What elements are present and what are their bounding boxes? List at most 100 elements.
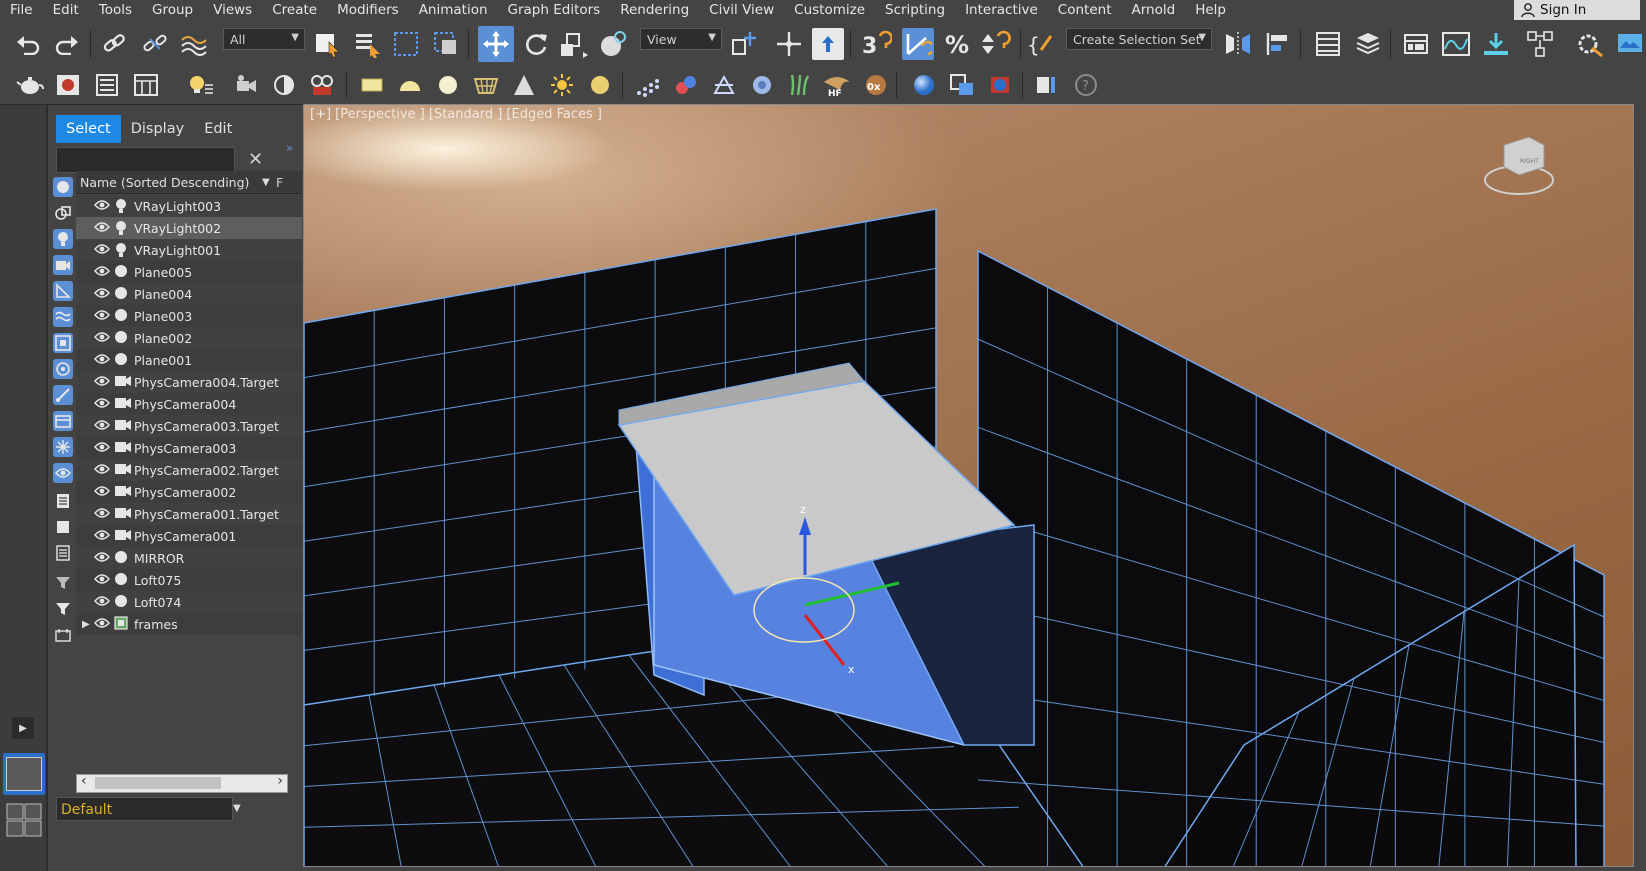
ox-icon[interactable]: 0x (860, 69, 892, 101)
filter-visible-icon[interactable] (53, 463, 73, 483)
material-editor-icon[interactable] (1524, 28, 1556, 60)
place-icon[interactable] (598, 28, 630, 60)
pivot-center-icon[interactable] (728, 28, 760, 60)
menu-group[interactable]: Group (142, 2, 203, 18)
list-item[interactable]: Plane004 (76, 283, 302, 305)
collapse-arrow-icon[interactable]: » (286, 141, 293, 155)
menu-create[interactable]: Create (262, 2, 327, 18)
filter-lights-icon[interactable] (53, 229, 73, 249)
filter-cameras-icon[interactable] (53, 255, 73, 275)
menu-views[interactable]: Views (203, 2, 262, 18)
link-icon[interactable] (98, 28, 130, 60)
material-sphere-icon[interactable] (908, 69, 940, 101)
select-manipulate-icon[interactable] (773, 28, 805, 60)
rectangular-selection-icon[interactable] (390, 28, 422, 60)
proxy-icon[interactable] (670, 69, 702, 101)
clear-search-icon[interactable]: ✕ (248, 149, 263, 170)
list-item[interactable]: Loft075 (76, 569, 302, 591)
filter-invert-icon[interactable] (53, 543, 73, 563)
visibility-eye-icon[interactable] (94, 419, 110, 435)
scrollbar-thumb[interactable] (95, 777, 221, 789)
select-object-icon[interactable] (312, 28, 344, 60)
list-item[interactable]: MIRROR (76, 547, 302, 569)
menu-tools[interactable]: Tools (89, 2, 142, 18)
select-by-name-icon[interactable] (352, 28, 384, 60)
fur-icon[interactable] (632, 69, 664, 101)
undo-icon[interactable] (12, 28, 44, 60)
menu-help[interactable]: Help (1185, 2, 1236, 18)
visibility-eye-icon[interactable] (94, 573, 110, 589)
menu-customize[interactable]: Customize (784, 2, 875, 18)
horizontal-scrollbar[interactable]: ‹ › (76, 773, 288, 793)
grass-icon[interactable] (784, 69, 816, 101)
percent-snap-icon[interactable]: % (942, 28, 974, 60)
list-item[interactable]: VRayLight001 (76, 239, 302, 261)
frame-buffer-icon[interactable] (984, 69, 1016, 101)
rotate-icon[interactable] (520, 28, 552, 60)
menu-rendering[interactable]: Rendering (610, 2, 699, 18)
visibility-eye-icon[interactable] (94, 287, 110, 303)
camera-sequencer-icon[interactable] (230, 69, 262, 101)
layer-explorer-icon[interactable] (1352, 28, 1384, 60)
list-item[interactable]: Plane005 (76, 261, 302, 283)
perspective-viewport[interactable]: z x RIGHT [+] [Perspective ] [Standard ]… (303, 104, 1634, 867)
video-post-icon[interactable] (306, 69, 338, 101)
filter-geometry-icon[interactable] (53, 177, 73, 197)
toggle-scene-explorer-icon[interactable] (1312, 28, 1344, 60)
sort-arrow-icon[interactable]: ▼ (262, 177, 270, 188)
angle-snap-icon[interactable] (902, 28, 934, 60)
find-icon[interactable] (53, 625, 73, 645)
toggle-ribbon-icon[interactable] (1400, 28, 1432, 60)
menu-scripting[interactable]: Scripting (875, 2, 955, 18)
schematic-view-icon[interactable] (1480, 28, 1512, 60)
window-crossing-icon[interactable] (430, 28, 462, 60)
menu-file[interactable]: File (0, 2, 43, 18)
exposure-icon[interactable] (268, 69, 300, 101)
mirror-icon[interactable] (1222, 28, 1254, 60)
visibility-eye-icon[interactable] (94, 507, 110, 523)
menu-arnold[interactable]: Arnold (1122, 2, 1186, 18)
menu-modifiers[interactable]: Modifiers (327, 2, 409, 18)
light-lister-icon[interactable] (184, 69, 216, 101)
menu-content[interactable]: Content (1048, 2, 1122, 18)
filter-helpers-icon[interactable] (53, 281, 73, 301)
tab-select[interactable]: Select (56, 115, 121, 143)
curve-editor-icon[interactable] (1440, 28, 1472, 60)
list-item[interactable]: PhysCamera004 (76, 393, 302, 415)
list-item[interactable]: Plane001 (76, 349, 302, 371)
expand-panel-button[interactable]: ▶ (12, 717, 34, 739)
vfb-history-icon[interactable] (1030, 69, 1062, 101)
spinner-snap-icon[interactable] (980, 28, 1012, 60)
tab-display[interactable]: Display (121, 115, 194, 143)
visibility-eye-icon[interactable] (94, 485, 110, 501)
list-item[interactable]: VRayLight002 (76, 217, 302, 239)
teapot-icon[interactable] (14, 69, 46, 101)
expand-arrow-icon[interactable]: ▶ (82, 619, 90, 630)
chevron-down-icon[interactable]: ▼ (233, 797, 245, 821)
list-item[interactable]: PhysCamera002.Target (76, 459, 302, 481)
hair-farm-icon[interactable]: HF (820, 69, 854, 101)
visibility-eye-icon[interactable] (94, 309, 110, 325)
scroll-left-icon[interactable]: ‹ (81, 773, 87, 789)
menu-interactive[interactable]: Interactive (955, 2, 1048, 18)
single-viewport-layout-button[interactable] (3, 753, 45, 795)
dome-light-icon[interactable] (584, 69, 616, 101)
list-item[interactable]: PhysCamera004.Target (76, 371, 302, 393)
name-column-header[interactable]: Name (Sorted Descending) (76, 175, 249, 190)
unlink-icon[interactable] (139, 28, 171, 60)
list-item[interactable]: VRayLight003 (76, 195, 302, 217)
filter-xrefs-icon[interactable] (53, 359, 73, 379)
visibility-eye-icon[interactable] (94, 353, 110, 369)
visibility-eye-icon[interactable] (94, 375, 110, 391)
menu-animation[interactable]: Animation (409, 2, 498, 18)
align-icon[interactable] (1262, 28, 1294, 60)
snaps-toggle-icon[interactable]: 3 (860, 28, 892, 60)
list-item[interactable]: PhysCamera003 (76, 437, 302, 459)
filter-groups-icon[interactable] (53, 333, 73, 353)
f-column-header[interactable]: F (276, 175, 283, 190)
quad-viewport-layout-button[interactable] (3, 799, 45, 841)
reference-coord-dropdown[interactable]: View ▼ (640, 28, 722, 50)
visibility-eye-icon[interactable] (94, 243, 110, 259)
viewport-label[interactable]: [+] [Perspective ] [Standard ] [Edged Fa… (310, 107, 602, 122)
list-item[interactable]: PhysCamera003.Target (76, 415, 302, 437)
